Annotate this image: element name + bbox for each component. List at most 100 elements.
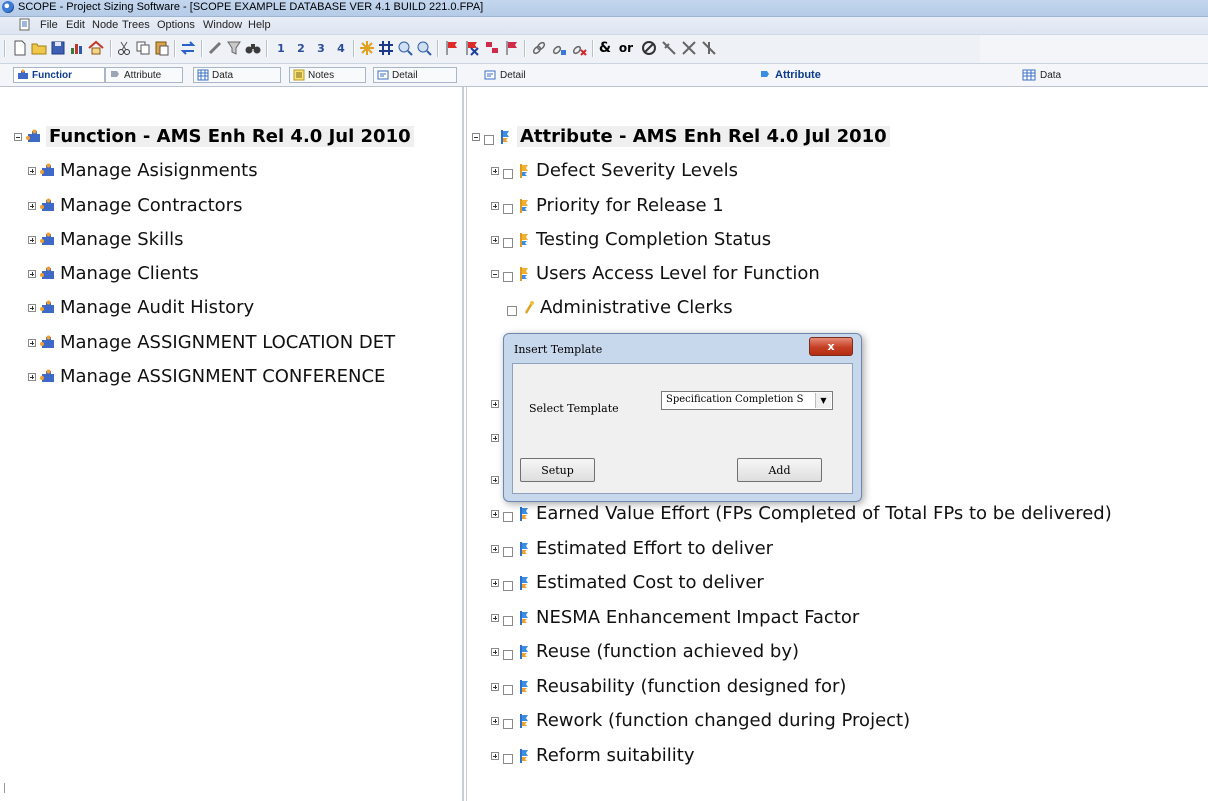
collapse-icon[interactable]: [491, 269, 499, 278]
chain-remove-icon[interactable]: [570, 39, 588, 57]
menu-edit[interactable]: Edit: [66, 19, 85, 31]
attribute-item[interactable]: Rework (function changed during Project): [491, 710, 910, 731]
node-checkbox[interactable]: [503, 753, 513, 764]
attribute-item[interactable]: Estimated Effort to deliver: [491, 538, 773, 559]
function-tree-root[interactable]: Function - AMS Enh Rel 4.0 Jul 2010: [14, 126, 414, 147]
home-icon[interactable]: [87, 39, 105, 57]
expand-icon[interactable]: [491, 475, 499, 484]
open-folder-icon[interactable]: [30, 39, 48, 57]
menu-node[interactable]: Node: [92, 19, 118, 31]
node-checkbox[interactable]: [503, 615, 513, 626]
node-checkbox[interactable]: [503, 718, 513, 729]
tab-data-left[interactable]: Data: [193, 67, 281, 83]
node-checkbox[interactable]: [503, 649, 513, 660]
setup-button[interactable]: Setup: [520, 458, 595, 482]
attribute-item[interactable]: Reform suitability: [491, 745, 694, 766]
function-item[interactable]: Manage Contractors: [28, 195, 242, 216]
paste-icon[interactable]: [153, 39, 171, 57]
expand-icon[interactable]: [491, 613, 499, 622]
not-icon[interactable]: [640, 39, 658, 57]
level-2-icon[interactable]: 2: [292, 39, 310, 57]
expand-icon[interactable]: [491, 578, 499, 587]
tab-data-right[interactable]: Data: [1022, 69, 1061, 81]
attribute-item[interactable]: Defect Severity Levels: [491, 160, 738, 181]
level-4-icon[interactable]: 4: [332, 39, 350, 57]
chevron-down-icon[interactable]: ▼: [815, 393, 831, 408]
tab-detail-right[interactable]: Detail: [484, 69, 526, 81]
node-checkbox[interactable]: [503, 203, 513, 214]
node-checkbox[interactable]: [503, 271, 513, 282]
node-checkbox[interactable]: [503, 580, 513, 591]
expand-icon[interactable]: [28, 338, 36, 347]
attribute-item[interactable]: Earned Value Effort (FPs Completed of To…: [491, 503, 1112, 524]
collapse-icon[interactable]: [14, 132, 22, 141]
expand-icon[interactable]: [28, 303, 36, 312]
flag-clear-icon[interactable]: [503, 39, 521, 57]
function-item[interactable]: Manage ASSIGNMENT CONFERENCE: [28, 366, 458, 387]
expand-icon[interactable]: [491, 751, 499, 760]
attribute-child-item[interactable]: Administrative Clerks: [507, 297, 733, 318]
tab-function[interactable]: Functior: [13, 67, 105, 83]
tab-detail-left[interactable]: Detail: [373, 67, 457, 83]
flag-multi-icon[interactable]: [483, 39, 501, 57]
expand-icon[interactable]: [491, 544, 499, 553]
expand-icon[interactable]: [491, 682, 499, 691]
node-checkbox[interactable]: [484, 134, 494, 145]
document-icon[interactable]: [18, 18, 32, 32]
node-checkbox[interactable]: [503, 511, 513, 522]
close-button[interactable]: x: [809, 337, 853, 356]
attribute-item[interactable]: [491, 400, 503, 408]
expand-icon[interactable]: [28, 372, 36, 381]
new-file-icon[interactable]: [11, 39, 29, 57]
expand-icon[interactable]: [358, 39, 376, 57]
or-icon[interactable]: or: [615, 39, 637, 57]
expand-icon[interactable]: [28, 235, 36, 244]
binoculars-icon[interactable]: [244, 39, 262, 57]
zoom-out-icon[interactable]: [415, 39, 433, 57]
attribute-item[interactable]: Testing Completion Status: [491, 229, 771, 250]
tab-attribute-right[interactable]: Attribute: [759, 69, 821, 81]
tool-2-icon[interactable]: [680, 39, 698, 57]
chain-icon[interactable]: [530, 39, 548, 57]
attribute-item[interactable]: Reuse (function achieved by): [491, 641, 799, 662]
cut-icon[interactable]: [115, 39, 133, 57]
attribute-item[interactable]: Users Access Level for Function: [491, 263, 820, 284]
menu-options[interactable]: Options: [157, 19, 195, 31]
expand-icon[interactable]: [491, 166, 499, 175]
function-item[interactable]: Manage Audit History: [28, 297, 254, 318]
zoom-in-icon[interactable]: [396, 39, 414, 57]
attribute-item[interactable]: NESMA Enhancement Impact Factor: [491, 607, 859, 628]
menu-help[interactable]: Help: [248, 19, 271, 31]
level-3-icon[interactable]: 3: [312, 39, 330, 57]
filter-icon[interactable]: [225, 39, 243, 57]
expand-icon[interactable]: [491, 434, 499, 442]
node-checkbox[interactable]: [503, 546, 513, 557]
expand-icon[interactable]: [491, 201, 499, 210]
flag-red-icon[interactable]: [443, 39, 461, 57]
link-icon[interactable]: [206, 39, 224, 57]
function-item[interactable]: Manage Skills: [28, 229, 183, 250]
level-1-icon[interactable]: 1: [272, 39, 290, 57]
template-select[interactable]: Specification Completion S ▼: [661, 391, 833, 410]
attribute-item[interactable]: [491, 434, 503, 442]
expand-icon[interactable]: [491, 509, 499, 518]
menu-file[interactable]: File: [40, 19, 58, 31]
copy-icon[interactable]: [134, 39, 152, 57]
function-item[interactable]: Manage Asisignments: [28, 160, 258, 181]
function-item[interactable]: Manage ASSIGNMENT LOCATION DET: [28, 332, 458, 353]
swap-icon[interactable]: [179, 39, 197, 57]
and-icon[interactable]: &: [596, 39, 614, 57]
node-checkbox[interactable]: [503, 237, 513, 248]
expand-icon[interactable]: [491, 647, 499, 656]
flag-delete-icon[interactable]: [463, 39, 481, 57]
expand-icon[interactable]: [28, 269, 36, 278]
add-button[interactable]: Add: [737, 458, 822, 482]
expand-icon[interactable]: [491, 716, 499, 725]
node-checkbox[interactable]: [507, 305, 517, 316]
collapse-icon[interactable]: [472, 132, 480, 141]
save-icon[interactable]: [49, 39, 67, 57]
attribute-item[interactable]: Priority for Release 1: [491, 195, 724, 216]
menu-window[interactable]: Window: [203, 19, 242, 31]
chart-icon[interactable]: [68, 39, 86, 57]
attribute-item[interactable]: Reusability (function designed for): [491, 676, 846, 697]
